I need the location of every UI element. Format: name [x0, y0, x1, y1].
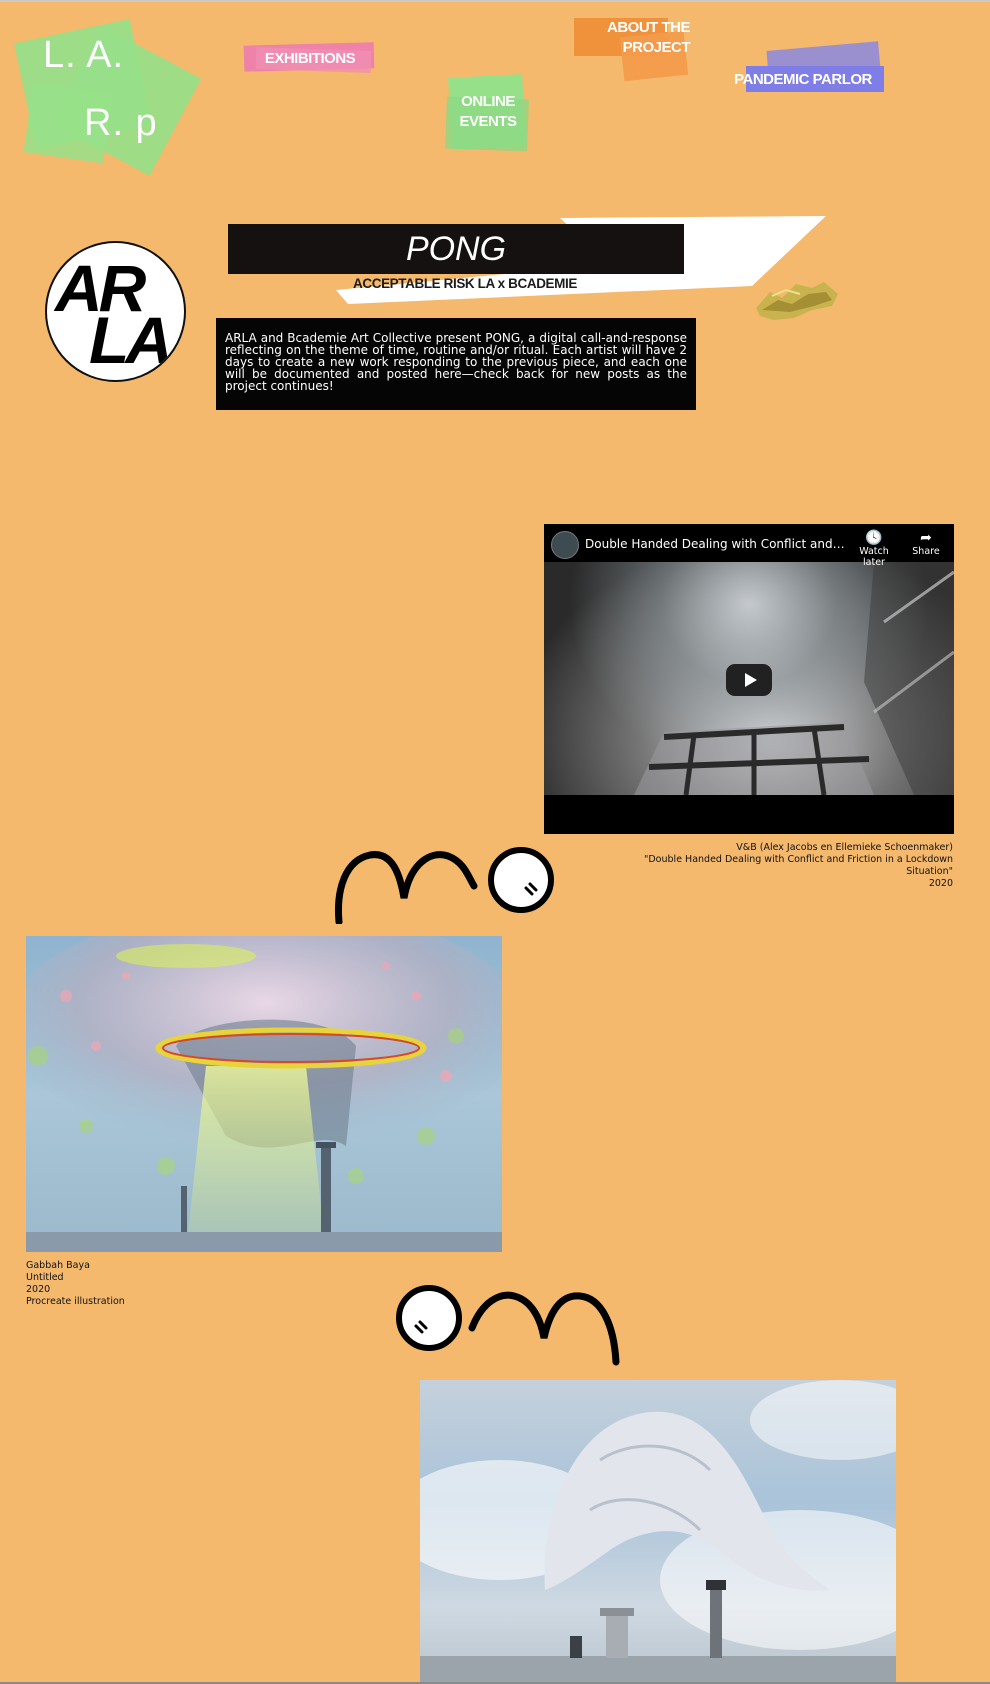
caption-year: 2020 — [26, 1284, 51, 1295]
caption-artist: V&B (Alex Jacobs en Ellemieke Schoenmake… — [736, 842, 953, 853]
artwork-caption: Gabbah Baya Untitled 2020 Procreate illu… — [26, 1260, 226, 1308]
share-icon: ➦ — [920, 530, 932, 546]
caption-title: Untitled — [26, 1272, 64, 1283]
artwork-image-untitled[interactable] — [26, 936, 502, 1252]
nav-pandemic-parlor[interactable]: PANDEMIC PARLOR — [722, 40, 884, 96]
arla-logo-bottom: LA — [89, 303, 173, 377]
caption-year: 2020 — [928, 878, 953, 889]
site-logo[interactable]: L. A. R. p — [14, 18, 202, 176]
channel-avatar[interactable] — [551, 531, 579, 559]
top-rule — [0, 0, 990, 2]
arla-logo: AR LA — [45, 241, 186, 382]
nav-about-line-1: ABOUT THE — [607, 19, 691, 36]
watch-later-button[interactable]: 🕓 Watch later — [848, 530, 900, 568]
watch-later-label: Watch later — [859, 546, 889, 568]
nav-pandemic-parlor-label: PANDEMIC PARLOR — [734, 71, 872, 88]
caption-artist: Gabbah Baya — [26, 1260, 90, 1271]
nav-online-events-line-2: EVENTS — [459, 113, 517, 130]
eye-doodle-mirrored-icon — [396, 1285, 620, 1366]
share-button[interactable]: ➦ Share — [906, 530, 946, 557]
page-title: PONG — [228, 224, 684, 274]
nav-online-events[interactable]: ONLINE EVENTS — [445, 72, 530, 152]
nav-exhibitions-label: EXHIBITIONS — [264, 50, 356, 67]
video-title[interactable]: Double Handed Dealing with Conflict and … — [585, 537, 845, 551]
logo-line-1: L. A. — [43, 34, 125, 76]
nav-about-line-2: PROJECT — [622, 39, 691, 56]
caption-medium: Procreate illustration — [26, 1296, 125, 1307]
gold-sculpture-image — [756, 282, 838, 320]
artwork-image-cloth-sky[interactable] — [420, 1380, 896, 1684]
clock-icon: 🕓 — [865, 530, 883, 546]
play-icon — [744, 673, 757, 687]
play-button[interactable] — [726, 664, 772, 696]
nav-exhibitions[interactable]: EXHIBITIONS — [243, 42, 376, 74]
logo-line-2: R. p — [84, 102, 158, 144]
nav-online-events-line-1: ONLINE — [461, 93, 515, 110]
page-subtitle: ACCEPTABLE RISK LA x BCADEMIE — [353, 276, 577, 291]
caption-title: "Double Handed Dealing with Conflict and… — [644, 854, 953, 877]
eye-doodle-icon — [334, 847, 554, 924]
video-embed[interactable]: Double Handed Dealing with Conflict and … — [544, 524, 954, 834]
nav-about-the-project[interactable]: ABOUT THE PROJECT — [574, 16, 691, 82]
share-label: Share — [912, 546, 940, 557]
video-caption: V&B (Alex Jacobs en Ellemieke Schoenmake… — [600, 842, 953, 890]
project-description: ARLA and Bcademie Art Collective present… — [216, 318, 696, 410]
